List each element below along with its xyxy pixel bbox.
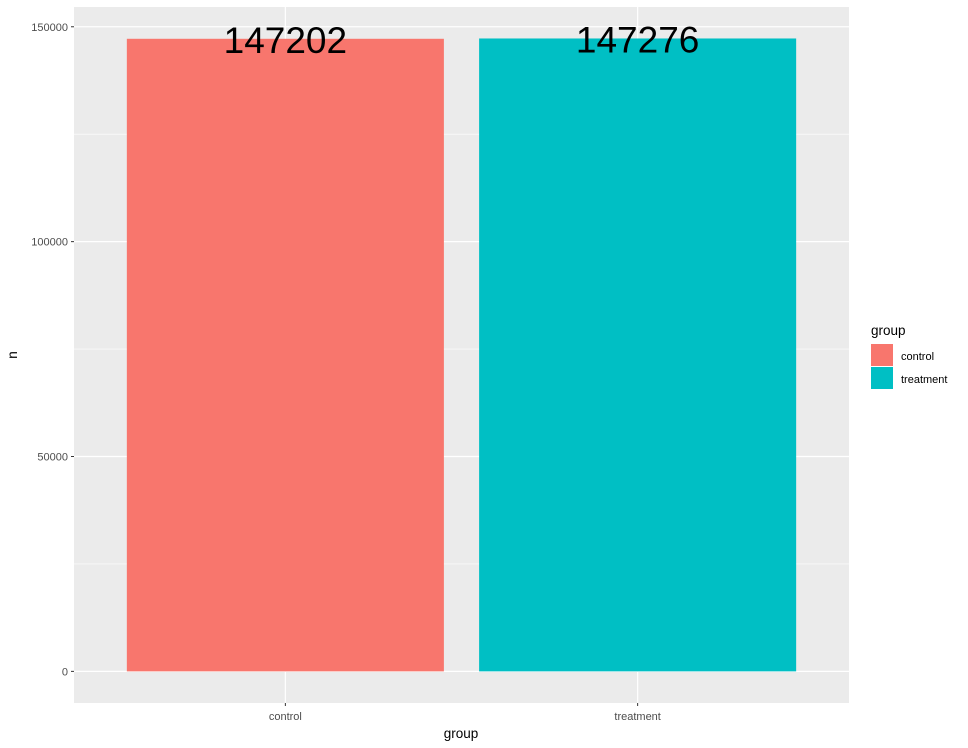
bar-control xyxy=(126,38,444,672)
x-axis: control treatment xyxy=(269,703,661,723)
legend-label-treatment: treatment xyxy=(901,374,947,386)
x-axis-title: group xyxy=(444,726,479,741)
y-tick-label: 150000 xyxy=(31,22,68,34)
legend-label-control: control xyxy=(901,351,934,363)
legend-title: group xyxy=(871,323,906,338)
legend-key-treatment xyxy=(871,367,893,389)
x-tick-label: control xyxy=(269,711,302,723)
y-tick-label: 100000 xyxy=(31,237,68,249)
y-axis-title: n xyxy=(5,351,20,359)
bar-chart: 147202 147276 0 50000 100000 150000 control t… xyxy=(5,7,947,741)
y-tick-label: 50000 xyxy=(37,452,68,464)
y-axis: 0 50000 100000 150000 xyxy=(31,22,74,678)
data-label-treatment: 147276 xyxy=(576,19,699,60)
y-tick-label: 0 xyxy=(62,666,68,678)
data-label-control: 147202 xyxy=(224,20,347,61)
legend-key-control xyxy=(871,344,893,366)
legend: group control treatment xyxy=(871,323,947,389)
x-tick-label: treatment xyxy=(614,711,660,723)
bar-treatment xyxy=(479,38,797,672)
